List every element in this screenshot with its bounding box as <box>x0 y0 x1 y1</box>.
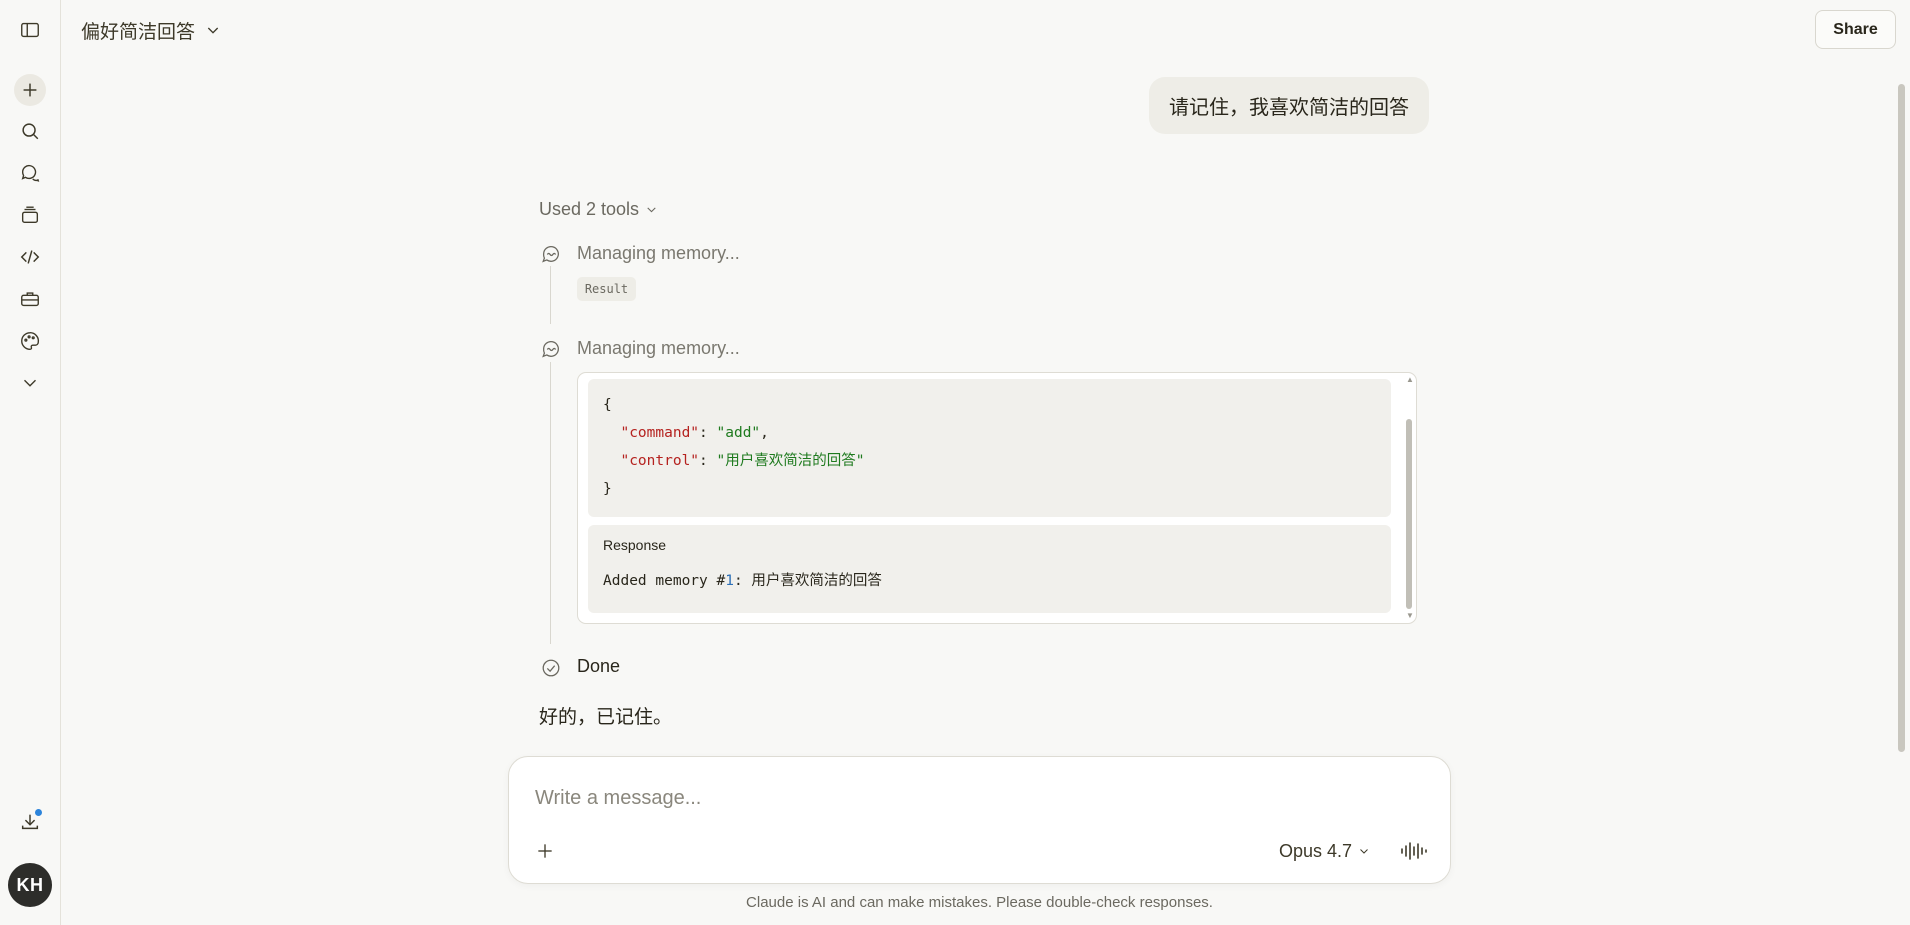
scroll-down-arrow[interactable]: ▼ <box>1406 612 1414 620</box>
response-number: 1 <box>725 573 734 589</box>
attach-button[interactable] <box>529 835 561 867</box>
chevron-down-icon <box>207 27 219 34</box>
message-composer: Opus 4.7 <box>508 756 1451 884</box>
notification-dot <box>34 808 43 817</box>
code-key: "control" <box>620 453 700 469</box>
tools-summary-label: Used 2 tools <box>539 198 640 219</box>
conversation-title: 偏好简洁回答 <box>81 21 196 43</box>
sidebar-panel-icon <box>21 22 39 38</box>
code-value: "用户喜欢简洁的回答" <box>716 453 865 469</box>
tool-input-code: { "command": "add", "control": "用户喜欢简洁的回… <box>588 379 1391 517</box>
sidebar: KH <box>0 0 61 925</box>
code-key: "command" <box>620 425 700 441</box>
tool-box-scrollbar[interactable] <box>1406 419 1412 609</box>
done-label: Done <box>577 656 621 676</box>
timeline-connector <box>550 266 551 324</box>
tool-response: Response Added memory #1: 用户喜欢简洁的回答 <box>588 525 1391 613</box>
chevron-down-icon <box>24 379 36 387</box>
disclaimer: Claude is AI and can make mistakes. Plea… <box>746 894 1213 911</box>
result-chip[interactable]: Result <box>577 277 636 301</box>
timeline-connector <box>550 362 551 644</box>
scroll-up-arrow[interactable]: ▲ <box>1406 376 1414 384</box>
user-message: 请记住，我喜欢简洁的回答 <box>1149 77 1429 134</box>
toolbox-button[interactable] <box>14 283 46 315</box>
search-icon <box>22 123 39 140</box>
tool-step-label[interactable]: Managing memory... <box>577 338 740 359</box>
chats-button[interactable] <box>14 157 46 189</box>
search-button[interactable] <box>14 115 46 147</box>
code-icon <box>20 250 40 264</box>
share-button[interactable]: Share <box>1815 10 1896 49</box>
voice-waveform-icon <box>1401 842 1427 860</box>
toggle-sidebar-button[interactable] <box>14 14 46 46</box>
stack-icon <box>21 206 39 224</box>
new-chat-button[interactable] <box>14 74 46 106</box>
check-circle-icon <box>540 657 562 679</box>
palette-button[interactable] <box>14 325 46 357</box>
voice-mode-button[interactable] <box>1397 835 1431 867</box>
response-body: Added memory #1: 用户喜欢简洁的回答 <box>603 569 1376 590</box>
plus-icon <box>23 83 37 97</box>
conversation-title-menu[interactable]: 偏好简洁回答 <box>81 15 221 45</box>
response-suffix: : 用户喜欢简洁的回答 <box>733 573 882 589</box>
more-button[interactable] <box>14 367 46 399</box>
tool-call-details: { "command": "add", "control": "用户喜欢简洁的回… <box>577 372 1417 624</box>
model-selector[interactable]: Opus 4.7 <box>1279 837 1370 865</box>
response-prefix: Added memory # <box>603 573 726 589</box>
projects-button[interactable] <box>14 199 46 231</box>
tool-step-label[interactable]: Managing memory... <box>577 243 740 264</box>
download-app-button[interactable] <box>14 806 46 838</box>
palette-icon <box>21 332 40 350</box>
memory-tool-icon <box>540 338 562 360</box>
model-name: Opus 4.7 <box>1279 840 1353 861</box>
page-scrollbar[interactable] <box>1898 84 1905 752</box>
chevron-down-icon <box>647 206 656 212</box>
memory-tool-icon <box>540 243 562 265</box>
avatar[interactable]: KH <box>8 863 52 907</box>
tools-summary-toggle[interactable]: Used 2 tools <box>539 196 658 222</box>
code-brace: { <box>603 397 612 413</box>
chevron-down-icon <box>1360 849 1368 854</box>
plus-icon <box>538 844 552 858</box>
chat-bubbles-icon <box>21 164 40 182</box>
top-bar: 偏好简洁回答 Share <box>61 0 1910 60</box>
message-input[interactable] <box>535 783 1395 813</box>
assistant-reply: 好的，已记住。 <box>539 707 673 728</box>
response-title: Response <box>603 537 667 553</box>
code-button[interactable] <box>14 241 46 273</box>
toolbox-icon <box>21 292 39 307</box>
code-value: "add" <box>716 425 761 441</box>
code-brace: } <box>603 481 612 497</box>
